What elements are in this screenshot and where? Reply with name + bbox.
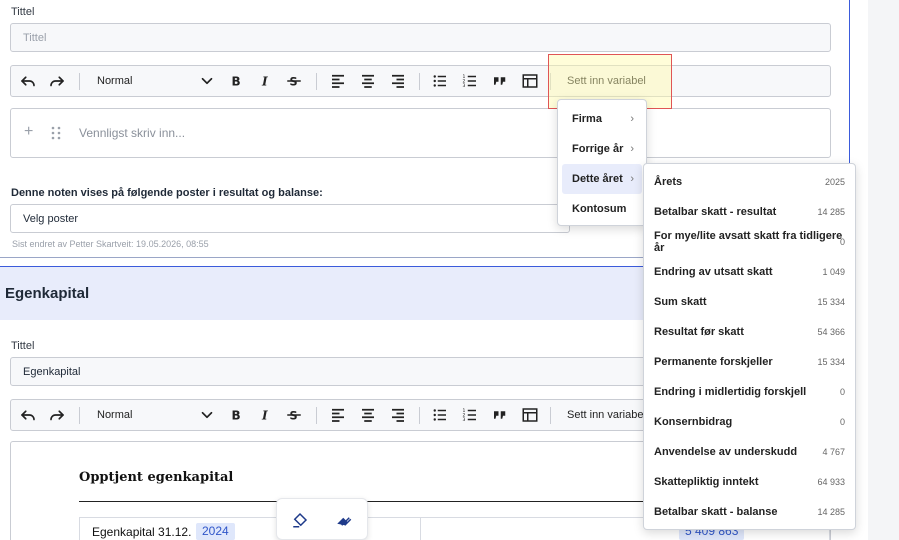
format-select-label[interactable]: Normal [97, 66, 132, 96]
undo-icon[interactable] [15, 66, 41, 96]
title-input[interactable]: Tittel [10, 23, 831, 52]
svg-text:S: S [290, 76, 298, 89]
table-icon[interactable] [519, 66, 541, 96]
submenu-item[interactable]: Sum skatt 15 334 [644, 287, 855, 317]
submenu-item[interactable]: Anvendelse av underskudd 4 767 [644, 437, 855, 467]
svg-text:3: 3 [463, 83, 466, 89]
quote-icon[interactable] [489, 66, 511, 96]
format-select-label[interactable]: Normal [97, 400, 132, 430]
bullet-list-icon[interactable] [429, 66, 451, 96]
strikethrough-icon[interactable]: S [283, 66, 305, 96]
title-label: Tittel [11, 6, 35, 18]
menu-item-dette-aret[interactable]: Dette året › [562, 164, 642, 194]
clear-format-icon[interactable] [334, 511, 354, 534]
plus-icon[interactable]: + [24, 123, 33, 141]
toolbar-divider [316, 73, 317, 90]
numbered-list-icon[interactable]: 123 [459, 66, 481, 96]
bold-icon[interactable]: B [225, 66, 247, 96]
last-changed-text: Sist endret av Petter Skartveit: 19.05.2… [12, 239, 209, 249]
submenu-item[interactable]: Permanente forskjeller 15 334 [644, 347, 855, 377]
right-scroll-gutter [868, 0, 899, 540]
posts-select[interactable]: Velg poster [10, 204, 570, 233]
toolbar-divider [79, 407, 80, 424]
submenu-item[interactable]: Endring av utsatt skatt 1 049 [644, 257, 855, 287]
svg-text:I: I [261, 75, 268, 89]
toolbar-divider [550, 407, 551, 424]
submenu-item[interactable]: Betalbar skatt - balanse 14 285 [644, 497, 855, 527]
dette-aret-submenu: Årets 2025 Betalbar skatt - resultat 14 28… [643, 163, 856, 530]
align-center-icon[interactable] [357, 66, 379, 96]
svg-text:I: I [261, 409, 268, 423]
bold-icon[interactable]: B [225, 400, 247, 430]
strikethrough-icon[interactable]: S [283, 400, 305, 430]
menu-item-firma[interactable]: Firma › [562, 104, 642, 134]
paint-bucket-icon[interactable] [291, 511, 309, 534]
floating-toolbar [276, 498, 368, 540]
align-center-icon[interactable] [357, 400, 379, 430]
submenu-item[interactable]: Betalbar skatt - resultat 14 285 [644, 197, 855, 227]
align-left-icon[interactable] [327, 66, 349, 96]
svg-text:B: B [232, 409, 241, 423]
bullet-list-icon[interactable] [429, 400, 451, 430]
submenu-item[interactable]: Årets 2025 [644, 167, 855, 197]
quote-icon[interactable] [489, 400, 511, 430]
svg-text:3: 3 [463, 417, 466, 423]
insert-variable-button-2[interactable]: Sett inn variabe [567, 400, 643, 430]
variable-menu: Firma › Forrige år › Dette året › Kontosum [557, 99, 647, 226]
menu-item-forrige-ar[interactable]: Forrige år › [562, 134, 642, 164]
submenu-item[interactable]: Konsernbidrag 0 [644, 407, 855, 437]
table-cell-border [79, 517, 80, 540]
table-cell-border [420, 517, 421, 540]
editor-placeholder: Vennligst skriv inn... [79, 126, 186, 140]
undo-icon[interactable] [15, 400, 41, 430]
submenu-item[interactable]: For mye/lite avsatt skatt fra tidligere … [644, 227, 855, 257]
table-row-label: Egenkapital 31.12. [92, 525, 192, 539]
svg-text:B: B [232, 75, 241, 89]
toolbar-divider [79, 73, 80, 90]
submenu-item[interactable]: Skattepliktig inntekt 64 933 [644, 467, 855, 497]
section-title: Egenkapital [5, 285, 90, 302]
chevron-down-icon[interactable] [197, 400, 217, 430]
italic-icon[interactable]: I [254, 400, 276, 430]
menu-item-kontosum[interactable]: Kontosum [562, 194, 642, 224]
toolbar-divider [316, 407, 317, 424]
align-right-icon[interactable] [387, 400, 409, 430]
redo-icon[interactable] [44, 66, 70, 96]
editor-toolbar: Normal B I S 123 Sett inn variabel [10, 65, 831, 97]
toolbar-divider [419, 407, 420, 424]
numbered-list-icon[interactable]: 123 [459, 400, 481, 430]
chevron-down-icon[interactable] [197, 66, 217, 96]
variable-chip-year[interactable]: 2024 [196, 523, 235, 540]
table-icon[interactable] [519, 400, 541, 430]
submenu-item[interactable]: Resultat før skatt 54 366 [644, 317, 855, 347]
italic-icon[interactable]: I [254, 66, 276, 96]
align-right-icon[interactable] [387, 66, 409, 96]
toolbar-divider [419, 73, 420, 90]
submenu-item[interactable]: Endring i midlertidig forskjell 0 [644, 377, 855, 407]
note-editor[interactable]: + Vennligst skriv inn... [10, 108, 831, 158]
posts-label: Denne noten vises på følgende poster i r… [11, 187, 323, 199]
doc-heading: Opptjent egenkapital [79, 470, 234, 485]
title-label-2: Tittel [11, 340, 35, 352]
redo-icon[interactable] [44, 400, 70, 430]
svg-text:S: S [290, 410, 298, 423]
align-left-icon[interactable] [327, 400, 349, 430]
drag-handle-icon[interactable] [51, 126, 61, 145]
